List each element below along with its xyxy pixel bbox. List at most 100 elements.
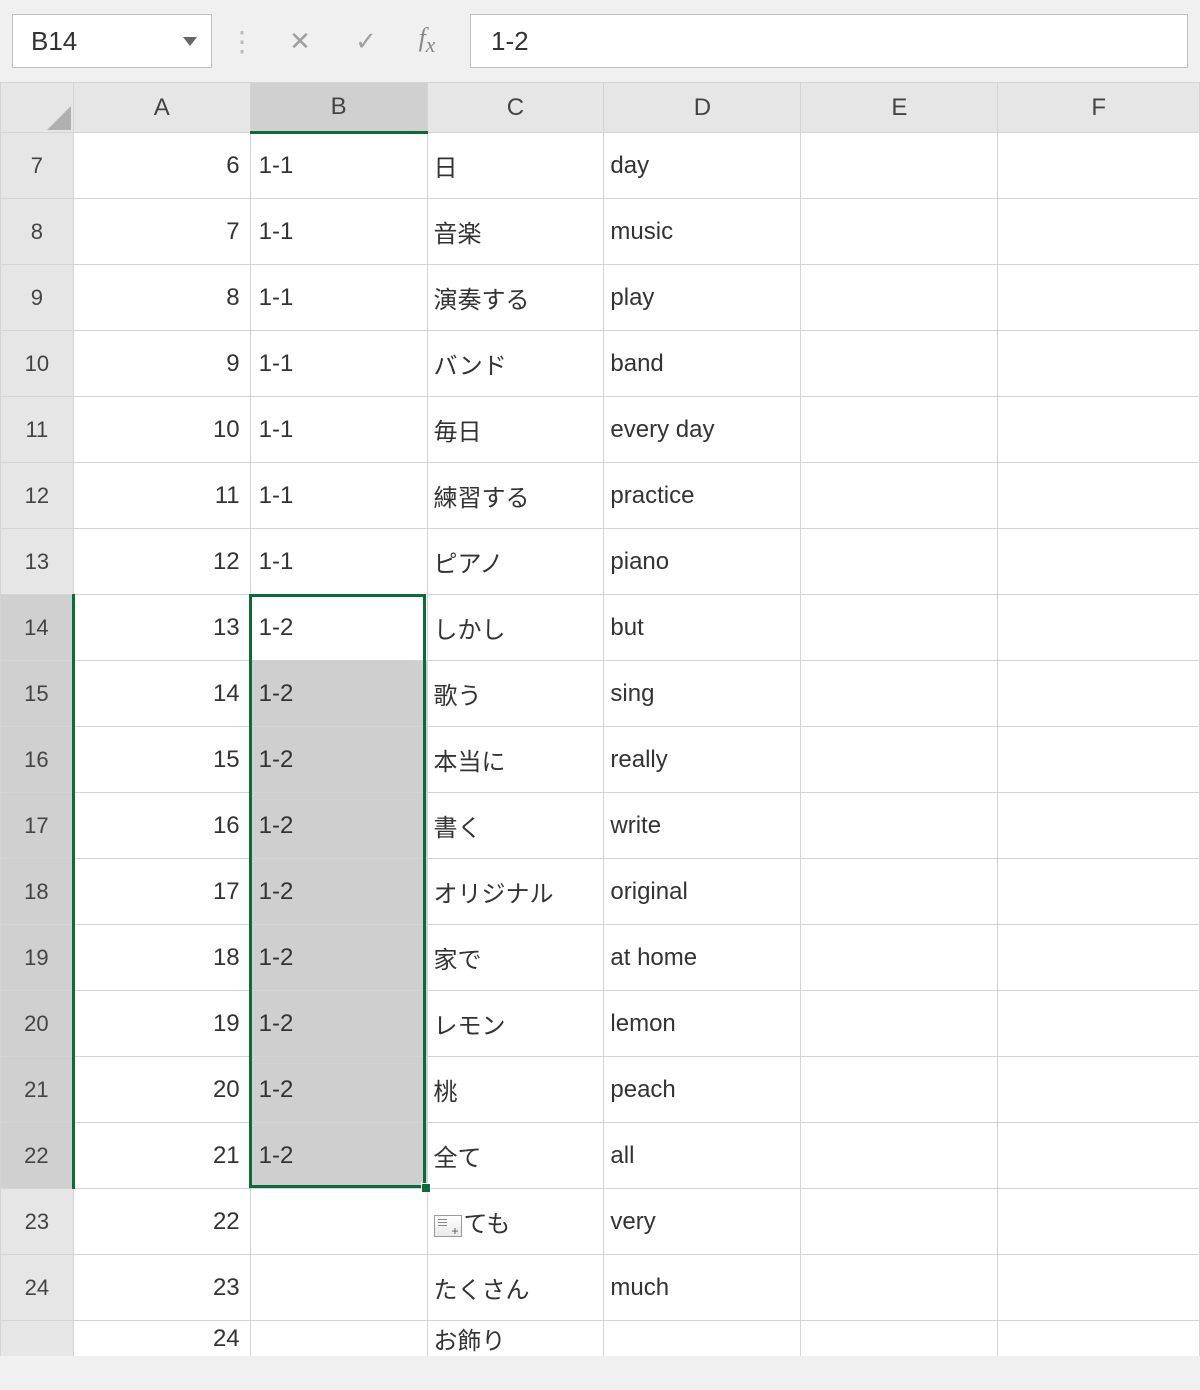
cell-D14[interactable]: but: [604, 595, 801, 661]
cell-B13[interactable]: 1-1: [250, 529, 427, 595]
cell-E19[interactable]: [801, 925, 998, 991]
cell-E24[interactable]: [801, 1255, 998, 1321]
cell-E23[interactable]: [801, 1189, 998, 1255]
cell-C20[interactable]: レモン: [427, 991, 604, 1057]
cell-C13[interactable]: ピアノ: [427, 529, 604, 595]
cell-E18[interactable]: [801, 859, 998, 925]
cell-A7[interactable]: 6: [73, 133, 250, 199]
row-header[interactable]: 20: [1, 991, 74, 1057]
cell-C22[interactable]: 全て: [427, 1123, 604, 1189]
cell-C7[interactable]: 日: [427, 133, 604, 199]
cell-E22[interactable]: [801, 1123, 998, 1189]
cell-A24[interactable]: 23: [73, 1255, 250, 1321]
cell-C14[interactable]: しかし: [427, 595, 604, 661]
cell-C12[interactable]: 練習する: [427, 463, 604, 529]
cell-B16[interactable]: 1-2: [250, 727, 427, 793]
cell-A23[interactable]: 22: [73, 1189, 250, 1255]
row-header[interactable]: 13: [1, 529, 74, 595]
column-header-A[interactable]: A: [73, 83, 250, 133]
row-header[interactable]: 19: [1, 925, 74, 991]
cell-B21[interactable]: 1-2: [250, 1057, 427, 1123]
cell-E11[interactable]: [801, 397, 998, 463]
select-all-corner[interactable]: [1, 83, 74, 133]
cell-B7[interactable]: 1-1: [250, 133, 427, 199]
cell-B24[interactable]: [250, 1255, 427, 1321]
cell-E12[interactable]: [801, 463, 998, 529]
cell-F12[interactable]: [998, 463, 1200, 529]
cell-F19[interactable]: [998, 925, 1200, 991]
autofill-options-icon[interactable]: [434, 1215, 462, 1237]
row-header[interactable]: 24: [1, 1255, 74, 1321]
row-header[interactable]: 14: [1, 595, 74, 661]
row-header[interactable]: 22: [1, 1123, 74, 1189]
cell-D19[interactable]: at home: [604, 925, 801, 991]
cell-B14[interactable]: 1-2: [250, 595, 427, 661]
formula-input[interactable]: 1-2: [470, 14, 1188, 68]
row-header[interactable]: 11: [1, 397, 74, 463]
cell-C15[interactable]: 歌う: [427, 661, 604, 727]
cell-E13[interactable]: [801, 529, 998, 595]
cell-B11[interactable]: 1-1: [250, 397, 427, 463]
cell-D18[interactable]: original: [604, 859, 801, 925]
cell-F11[interactable]: [998, 397, 1200, 463]
row-header[interactable]: 7: [1, 133, 74, 199]
cell-D15[interactable]: sing: [604, 661, 801, 727]
cell-C19[interactable]: 家で: [427, 925, 604, 991]
cell-A19[interactable]: 18: [73, 925, 250, 991]
column-header-F[interactable]: F: [998, 83, 1200, 133]
cell-A18[interactable]: 17: [73, 859, 250, 925]
cell-D11[interactable]: every day: [604, 397, 801, 463]
cell-A10[interactable]: 9: [73, 331, 250, 397]
cell-F18[interactable]: [998, 859, 1200, 925]
cell-C21[interactable]: 桃: [427, 1057, 604, 1123]
row-header[interactable]: 9: [1, 265, 74, 331]
cell-C18[interactable]: オリジナル: [427, 859, 604, 925]
cell-F23[interactable]: [998, 1189, 1200, 1255]
cell-E25[interactable]: [801, 1321, 998, 1357]
cell-F21[interactable]: [998, 1057, 1200, 1123]
cancel-button[interactable]: ✕: [272, 14, 328, 68]
cell-E21[interactable]: [801, 1057, 998, 1123]
cell-C10[interactable]: バンド: [427, 331, 604, 397]
row-header[interactable]: 17: [1, 793, 74, 859]
cell-F25[interactable]: [998, 1321, 1200, 1357]
cell-A16[interactable]: 15: [73, 727, 250, 793]
cell-B19[interactable]: 1-2: [250, 925, 427, 991]
cell-D17[interactable]: write: [604, 793, 801, 859]
cell-F16[interactable]: [998, 727, 1200, 793]
cell-C17[interactable]: 書く: [427, 793, 604, 859]
column-header-D[interactable]: D: [604, 83, 801, 133]
cell-B10[interactable]: 1-1: [250, 331, 427, 397]
cell-D25[interactable]: [604, 1321, 801, 1357]
cell-F9[interactable]: [998, 265, 1200, 331]
cell-A12[interactable]: 11: [73, 463, 250, 529]
cell-E14[interactable]: [801, 595, 998, 661]
cell-C9[interactable]: 演奏する: [427, 265, 604, 331]
cell-B23[interactable]: [250, 1189, 427, 1255]
name-box[interactable]: B14: [12, 14, 212, 68]
cell-A13[interactable]: 12: [73, 529, 250, 595]
cell-F14[interactable]: [998, 595, 1200, 661]
cell-D22[interactable]: all: [604, 1123, 801, 1189]
row-header[interactable]: 18: [1, 859, 74, 925]
cell-E20[interactable]: [801, 991, 998, 1057]
cell-F7[interactable]: [998, 133, 1200, 199]
row-header[interactable]: 23: [1, 1189, 74, 1255]
cell-F15[interactable]: [998, 661, 1200, 727]
row-header[interactable]: 21: [1, 1057, 74, 1123]
cell-B9[interactable]: 1-1: [250, 265, 427, 331]
cell-B25[interactable]: [250, 1321, 427, 1357]
insert-function-button[interactable]: fx: [404, 14, 460, 68]
cell-E16[interactable]: [801, 727, 998, 793]
cell-A14[interactable]: 13: [73, 595, 250, 661]
cell-D13[interactable]: piano: [604, 529, 801, 595]
cell-A15[interactable]: 14: [73, 661, 250, 727]
cell-B12[interactable]: 1-1: [250, 463, 427, 529]
cell-B15[interactable]: 1-2: [250, 661, 427, 727]
cell-E17[interactable]: [801, 793, 998, 859]
cell-D9[interactable]: play: [604, 265, 801, 331]
column-header-E[interactable]: E: [801, 83, 998, 133]
row-header[interactable]: 10: [1, 331, 74, 397]
cell-A25[interactable]: 24: [73, 1321, 250, 1357]
cell-C8[interactable]: 音楽: [427, 199, 604, 265]
